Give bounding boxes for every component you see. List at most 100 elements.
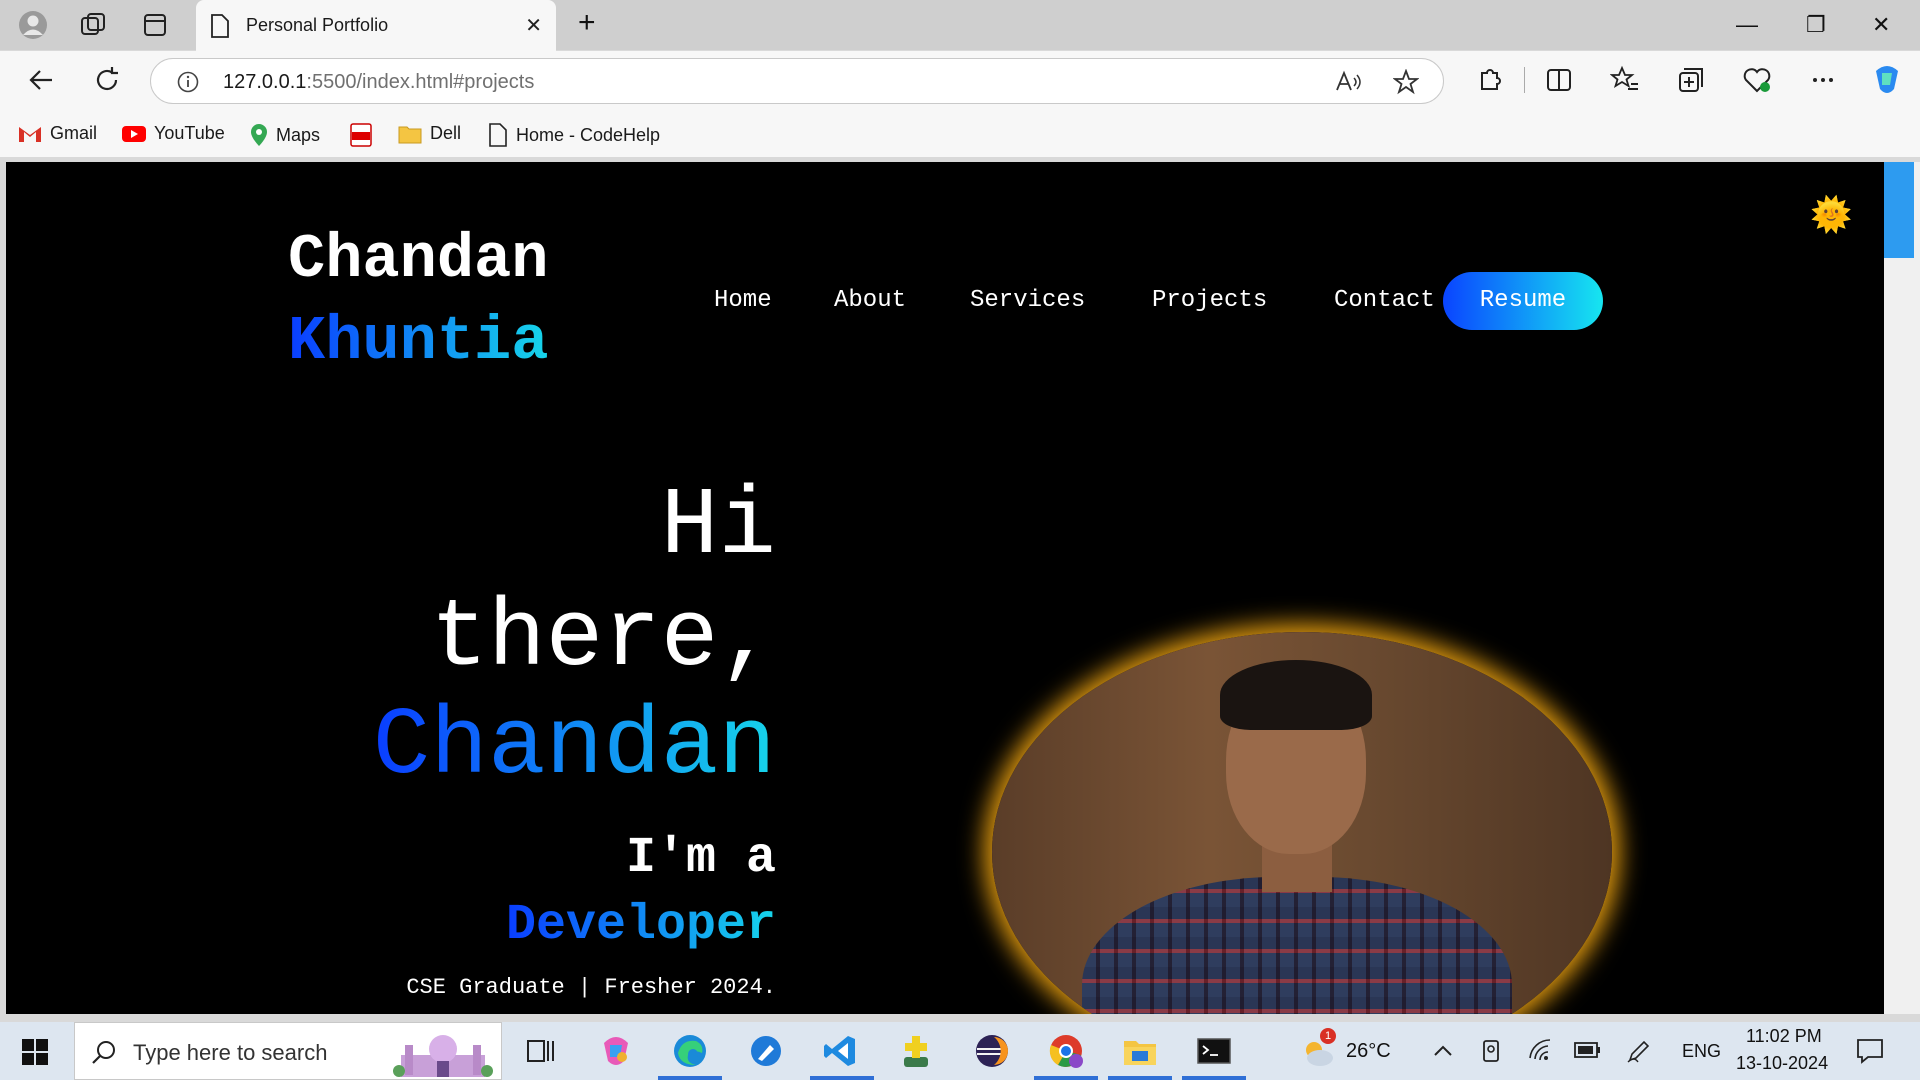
pdf-icon bbox=[350, 123, 372, 147]
task-view-icon[interactable] bbox=[522, 1033, 558, 1069]
logo-first-name: Chandan bbox=[288, 224, 549, 295]
url-host: 127.0.0.1 bbox=[223, 71, 307, 93]
nav-projects[interactable]: Projects bbox=[1152, 287, 1267, 314]
hero-tagline: CSE Graduate | Fresher 2024. bbox=[406, 975, 776, 1000]
hero-greeting-hi: Hi bbox=[660, 472, 776, 581]
scrollbar-thumb[interactable] bbox=[1884, 162, 1914, 258]
hero-name: Chandan bbox=[372, 692, 776, 801]
copilot-icon[interactable] bbox=[1870, 63, 1904, 97]
address-bar[interactable]: 127.0.0.1:5500/index.html#projects bbox=[150, 58, 1444, 104]
nav-services[interactable]: Services bbox=[970, 287, 1085, 314]
explorer-active-indicator bbox=[1108, 1076, 1172, 1080]
search-highlight-icon bbox=[393, 1035, 493, 1077]
terminal-icon[interactable] bbox=[1196, 1033, 1232, 1069]
bookmark-youtube[interactable]: YouTube bbox=[122, 123, 225, 144]
bookmark-gmail[interactable]: Gmail bbox=[18, 123, 97, 144]
medical-app-icon[interactable] bbox=[898, 1033, 934, 1069]
search-placeholder: Type here to search bbox=[133, 1040, 328, 1065]
photo-hair bbox=[1220, 660, 1372, 730]
maps-icon bbox=[251, 124, 267, 146]
tab-actions-icon[interactable] bbox=[140, 10, 170, 40]
site-info-icon[interactable] bbox=[177, 71, 199, 93]
bookmark-label: YouTube bbox=[154, 123, 225, 143]
back-icon[interactable] bbox=[26, 65, 56, 95]
bookmark-label: Gmail bbox=[50, 123, 98, 143]
youtube-icon bbox=[122, 125, 146, 142]
active-tab[interactable]: Personal Portfolio ✕ bbox=[196, 0, 556, 51]
refresh-icon[interactable] bbox=[92, 65, 122, 95]
page-icon bbox=[489, 123, 507, 147]
split-screen-icon[interactable] bbox=[1544, 65, 1574, 95]
bookmarks-bar: Gmail YouTube Maps Dell Home - CodeHelp bbox=[0, 111, 1920, 157]
extensions-icon[interactable] bbox=[1474, 65, 1504, 95]
bookmark-pdf[interactable] bbox=[350, 123, 372, 147]
restore-button[interactable]: ❐ bbox=[1806, 12, 1826, 38]
folder-icon bbox=[398, 126, 422, 143]
search-icon bbox=[92, 1041, 115, 1064]
bookmark-label: Maps bbox=[276, 124, 321, 145]
url-path: :5500/index.html#projects bbox=[306, 71, 535, 93]
hero-greeting-there: there, bbox=[430, 584, 776, 693]
hero-im-a: I'm a bbox=[625, 830, 776, 887]
chrome-icon[interactable] bbox=[1048, 1033, 1084, 1069]
collections-icon[interactable] bbox=[1676, 65, 1706, 95]
close-tab-icon[interactable]: ✕ bbox=[525, 13, 542, 38]
clock-date[interactable]: 13-10-2024 bbox=[1736, 1053, 1828, 1074]
nav-home[interactable]: Home bbox=[714, 287, 772, 314]
browser-title-bar: Personal Portfolio ✕ + — ❐ ✕ bbox=[0, 0, 1920, 51]
gmail-icon bbox=[19, 126, 41, 142]
weather-badge: 1 bbox=[1320, 1028, 1336, 1044]
nav-contact[interactable]: Contact bbox=[1334, 287, 1435, 314]
bookmark-label: Dell bbox=[430, 123, 462, 143]
more-options-icon[interactable] bbox=[1808, 65, 1838, 95]
pen-input-icon[interactable] bbox=[1626, 1038, 1652, 1064]
close-window-button[interactable]: ✕ bbox=[1872, 12, 1890, 38]
meet-now-icon[interactable] bbox=[1480, 1038, 1504, 1064]
edge-browser-icon[interactable] bbox=[672, 1033, 708, 1069]
vscode-icon[interactable] bbox=[822, 1033, 858, 1069]
nav-about[interactable]: About bbox=[834, 287, 906, 314]
terminal-active-indicator bbox=[1182, 1076, 1246, 1080]
chevron-up-icon[interactable] bbox=[1432, 1040, 1454, 1062]
toolbar-divider bbox=[1524, 67, 1525, 93]
edge-active-indicator bbox=[658, 1076, 722, 1080]
url-text[interactable]: 127.0.0.1:5500/index.html#projects bbox=[223, 71, 534, 94]
tab-title: Personal Portfolio bbox=[246, 15, 389, 35]
bookmark-maps[interactable]: Maps bbox=[250, 123, 320, 147]
clock-time[interactable]: 11:02 PM bbox=[1746, 1026, 1822, 1047]
browser-essentials-icon[interactable] bbox=[1742, 65, 1772, 95]
battery-icon[interactable] bbox=[1574, 1040, 1602, 1060]
profile-icon[interactable] bbox=[18, 10, 48, 40]
workspaces-icon[interactable] bbox=[78, 10, 108, 40]
wifi-icon[interactable] bbox=[1528, 1038, 1554, 1062]
bookmark-codehelp[interactable]: Home - CodeHelp bbox=[488, 123, 660, 147]
chrome-active-indicator bbox=[1034, 1076, 1098, 1080]
notifications-icon[interactable] bbox=[1856, 1038, 1884, 1064]
language-indicator[interactable]: ENG bbox=[1682, 1041, 1721, 1062]
windows-start-icon[interactable] bbox=[22, 1039, 48, 1065]
file-explorer-icon[interactable] bbox=[1122, 1033, 1158, 1069]
favorite-star-icon[interactable] bbox=[1393, 69, 1419, 95]
read-aloud-icon[interactable] bbox=[1335, 70, 1363, 94]
minimize-button[interactable]: — bbox=[1736, 12, 1758, 38]
windows-taskbar: Type here to search 1 26°C ENG 11:02 PM … bbox=[0, 1022, 1920, 1080]
hero-role: Developer bbox=[505, 897, 776, 954]
logo-last-name: Khuntia bbox=[288, 306, 549, 377]
copilot-app-icon[interactable] bbox=[598, 1033, 634, 1069]
browser-toolbar: 127.0.0.1:5500/index.html#projects bbox=[0, 51, 1920, 111]
page-icon bbox=[211, 14, 229, 38]
favorites-icon[interactable] bbox=[1610, 65, 1640, 95]
weather-temperature[interactable]: 26°C bbox=[1346, 1040, 1391, 1063]
pen-tool-app-icon[interactable] bbox=[748, 1033, 784, 1069]
page-scrollbar[interactable] bbox=[1884, 162, 1920, 1014]
taskbar-search[interactable]: Type here to search bbox=[74, 1022, 502, 1080]
eclipse-icon[interactable] bbox=[974, 1033, 1010, 1069]
profile-photo bbox=[992, 632, 1612, 1014]
portfolio-page: Chandan Khuntia Home About Services Proj… bbox=[6, 162, 1884, 1014]
vscode-active-indicator bbox=[810, 1076, 874, 1080]
new-tab-button[interactable]: + bbox=[578, 6, 596, 40]
bookmark-label: Home - CodeHelp bbox=[516, 124, 661, 145]
resume-button[interactable]: Resume bbox=[1443, 272, 1603, 330]
theme-toggle-sun-icon[interactable]: 🌞 bbox=[1810, 198, 1852, 232]
bookmark-dell[interactable]: Dell bbox=[398, 123, 461, 144]
